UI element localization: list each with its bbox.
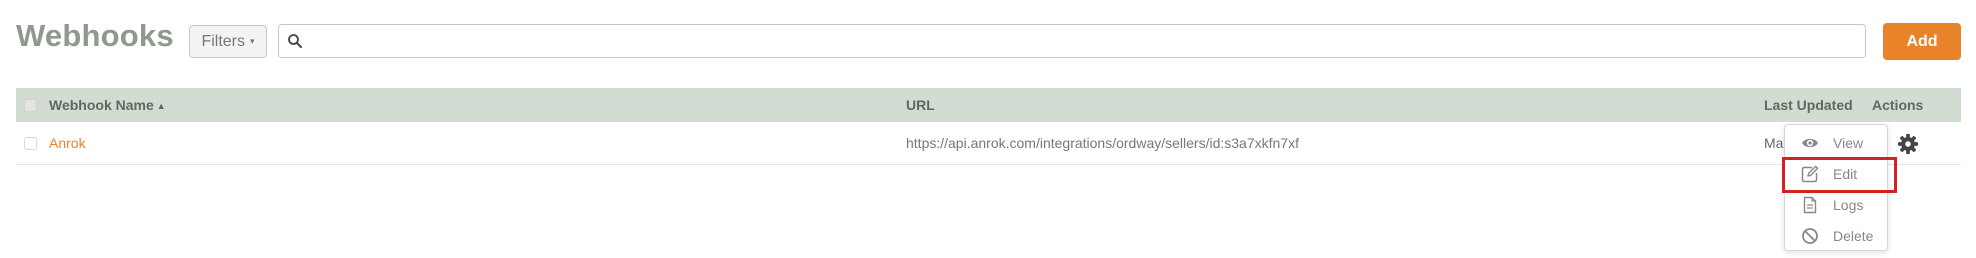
webhooks-page: Webhooks Filters ▾ Add Webhook Name ▲ URL… xyxy=(0,0,1976,258)
column-header-name[interactable]: Webhook Name ▲ xyxy=(49,97,166,113)
page-title: Webhooks xyxy=(16,18,174,53)
column-header-last-updated[interactable]: Last Updated xyxy=(1764,97,1853,113)
document-icon xyxy=(1803,196,1817,214)
filters-label: Filters xyxy=(201,32,246,50)
last-updated-value: Ma xyxy=(1764,135,1784,151)
column-header-actions: Actions xyxy=(1872,97,1924,113)
row-checkbox[interactable] xyxy=(24,137,37,150)
menu-item-label: Edit xyxy=(1833,166,1858,182)
menu-item-delete[interactable]: Delete xyxy=(1785,222,1887,250)
webhook-name-link[interactable]: Anrok xyxy=(49,135,86,151)
add-button[interactable]: Add xyxy=(1883,23,1961,60)
menu-item-edit[interactable]: Edit xyxy=(1785,160,1887,188)
menu-item-logs[interactable]: Logs xyxy=(1785,191,1887,219)
search-icon xyxy=(288,34,302,48)
menu-item-label: Logs xyxy=(1833,197,1864,213)
menu-item-view[interactable]: View xyxy=(1785,129,1887,157)
select-all-checkbox[interactable] xyxy=(24,99,37,112)
menu-item-label: View xyxy=(1833,135,1864,151)
caret-down-icon: ▾ xyxy=(250,36,255,46)
table-header: Webhook Name ▲ URL Last Updated Actions xyxy=(16,88,1961,122)
actions-menu: View Edit Logs Delete xyxy=(1784,124,1888,251)
gear-icon[interactable] xyxy=(1897,133,1919,155)
ban-icon xyxy=(1802,228,1818,244)
eye-icon xyxy=(1802,138,1818,148)
table-row: Anrok https://api.anrok.com/integrations… xyxy=(16,122,1961,165)
webhook-url: https://api.anrok.com/integrations/ordwa… xyxy=(906,135,1299,151)
edit-icon xyxy=(1801,165,1819,183)
menu-item-label: Delete xyxy=(1833,228,1874,244)
filters-button[interactable]: Filters ▾ xyxy=(189,25,267,58)
column-header-url[interactable]: URL xyxy=(906,97,935,113)
sort-asc-icon: ▲ xyxy=(156,101,166,111)
search-box[interactable] xyxy=(278,24,1866,58)
search-input[interactable] xyxy=(313,29,1857,55)
